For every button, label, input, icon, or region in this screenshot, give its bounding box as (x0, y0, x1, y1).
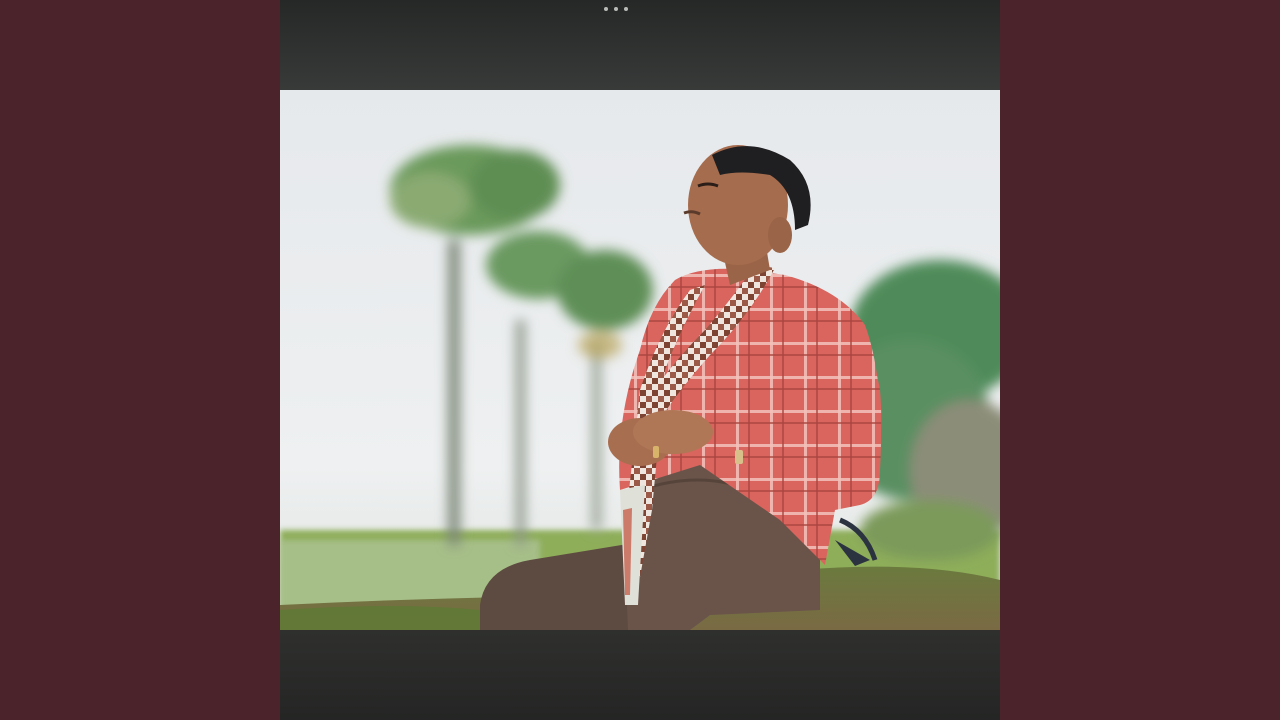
thumbnail-photo (280, 90, 1000, 630)
dot-icon (604, 7, 608, 11)
dot-icon (624, 7, 628, 11)
top-letterbox (280, 0, 1000, 90)
right-backdrop (1000, 0, 1280, 720)
video-frame (280, 0, 1000, 720)
more-options-icon[interactable] (604, 4, 628, 14)
bottom-letterbox (280, 630, 1000, 720)
left-backdrop (0, 0, 280, 720)
photo-illustration (280, 90, 1000, 630)
dot-icon (614, 7, 618, 11)
video-stage (0, 0, 1280, 720)
